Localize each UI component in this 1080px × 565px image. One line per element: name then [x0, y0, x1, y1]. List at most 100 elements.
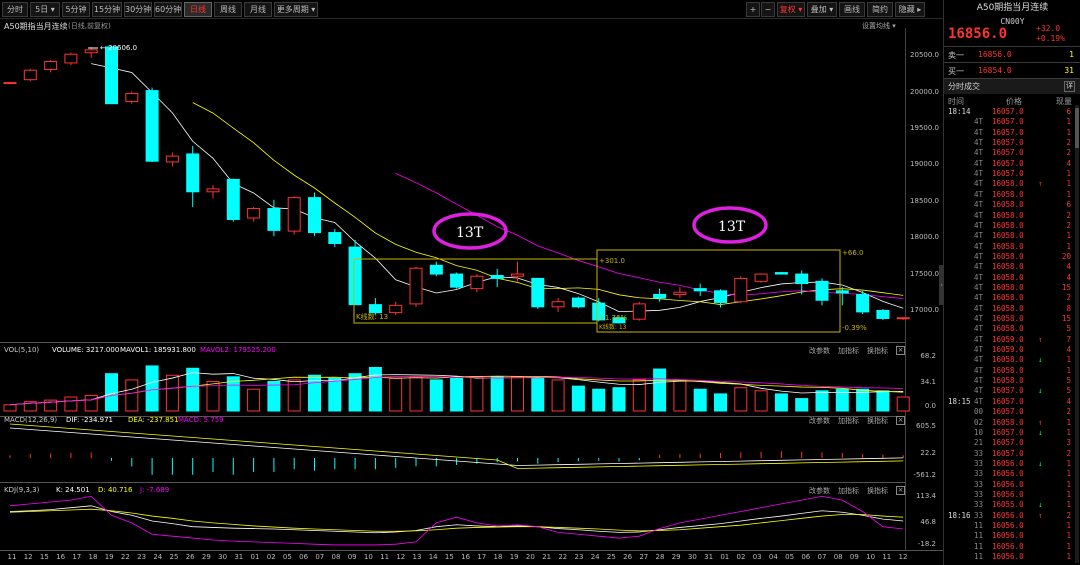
- tick-price: 16058.0: [992, 251, 1024, 261]
- macd-dea-value: DEA: -237.851: [128, 416, 179, 424]
- tick-row: 4T 16058.0 15: [944, 283, 1080, 293]
- tick-price: 16059.0: [992, 334, 1024, 344]
- tick-volume: 5: [1066, 324, 1071, 334]
- tick-second: 4T: [974, 220, 984, 230]
- tick-volume: 1: [1066, 231, 1071, 241]
- tick-price: 16057.0: [992, 407, 1024, 417]
- volume-bar: [592, 388, 606, 412]
- tick-volume: 1: [1066, 169, 1071, 179]
- candle-body: [795, 273, 809, 285]
- tick-price: 16056.0: [992, 458, 1024, 468]
- kdj-j-line: [9, 495, 904, 546]
- tick-price: 16057.0: [992, 117, 1024, 127]
- box1-count-label: K线数: 13: [356, 313, 389, 321]
- tick-volume: 1: [1066, 117, 1071, 127]
- price-axis-label: 17500.0: [910, 270, 939, 278]
- tick-volume: 15: [1061, 314, 1071, 323]
- candle-body: [409, 267, 423, 305]
- vol-switch-indicator-button[interactable]: 换指标: [867, 346, 888, 356]
- tick-second: 4T: [974, 231, 984, 241]
- volume-bar: [693, 388, 707, 412]
- volume-bar: [3, 404, 17, 412]
- tick-second: 11: [974, 531, 984, 541]
- tick-volume: 2: [1066, 510, 1071, 520]
- candle-body: [308, 197, 321, 234]
- trade-detail-button[interactable]: 详: [1064, 81, 1075, 92]
- volume-bar: [490, 376, 504, 412]
- tick-second: 33: [974, 458, 984, 468]
- tick-second: 4T: [974, 314, 984, 323]
- candle-body: [734, 277, 748, 303]
- candle-body: [856, 293, 870, 313]
- tick-price: 16057.0: [992, 169, 1024, 179]
- vol-change-params-button[interactable]: 改参数: [809, 346, 830, 356]
- kdj-change-params-button[interactable]: 改参数: [809, 486, 830, 496]
- kdj-switch-indicator-button[interactable]: 换指标: [867, 486, 888, 496]
- tick-second: 4T: [974, 169, 984, 179]
- tick-volume: 4: [1066, 262, 1071, 272]
- tick-second: 33: [974, 469, 984, 479]
- tick-price: 16058.0: [992, 231, 1024, 241]
- tick-price: 16058.0: [992, 262, 1024, 272]
- tick-volume: 4: [1066, 396, 1071, 406]
- tick-row: 02 16058.0 ↑ 1: [944, 418, 1080, 428]
- tick-row: 33 16055.0 ↓ 1: [944, 500, 1080, 510]
- tick-row: 18:16 33 16056.0 ↑ 2: [944, 511, 1080, 521]
- tick-volume: 8: [1066, 303, 1071, 313]
- volume-bar: [368, 366, 382, 412]
- tick-row: 18:14 16057.0 6: [944, 107, 1080, 117]
- tick-second: 4T: [974, 158, 984, 168]
- volume-bar: [247, 388, 261, 412]
- vol-add-indicator-button[interactable]: 加指标: [838, 346, 859, 356]
- ask-price: 16856.0: [978, 50, 1012, 59]
- tick-volume: 1: [1066, 541, 1071, 551]
- kdj-add-indicator-button[interactable]: 加指标: [838, 486, 859, 496]
- kdj-indicator-name[interactable]: KDJ(9,3,3): [4, 486, 39, 494]
- tick-volume: 2: [1066, 448, 1071, 458]
- tick-price: 16058.0: [992, 200, 1024, 210]
- tick-volume: 1: [1066, 521, 1071, 530]
- tick-price: 16057.0: [992, 396, 1024, 406]
- tick-second: 4T: [974, 179, 984, 189]
- macd-indicator-name[interactable]: MACD(12,26,9): [4, 416, 57, 424]
- tick-volume: 1: [1066, 469, 1071, 479]
- tick-price: 16057.0: [992, 138, 1024, 148]
- tick-row: 4T 16058.0 5: [944, 376, 1080, 386]
- candle-body: [450, 273, 464, 288]
- macd-add-indicator-button[interactable]: 加指标: [838, 416, 859, 426]
- tick-row: 4T 16057.0 1: [944, 128, 1080, 138]
- macd-switch-indicator-button[interactable]: 换指标: [867, 416, 888, 426]
- tick-price: 16056.0: [992, 489, 1024, 499]
- tick-volume: 3: [1066, 438, 1071, 448]
- candle-body: [429, 264, 443, 275]
- kdj-axis-label: 46.8: [920, 518, 936, 526]
- price-axis-label: 18000.0: [910, 233, 939, 241]
- volume-bar: [673, 379, 687, 412]
- tick-volume: 1: [1066, 552, 1071, 562]
- tick-volume: 1: [1066, 365, 1071, 375]
- candle-body: [571, 297, 585, 308]
- tick-second: 4T: [974, 365, 984, 375]
- candle-body: [754, 273, 768, 282]
- tick-row: 4T 16057.0 2: [944, 148, 1080, 158]
- tick-price: 16057.0: [992, 427, 1024, 437]
- vol-indicator-name[interactable]: VOL(5,10): [4, 346, 39, 354]
- tick-second: 4T: [974, 334, 984, 344]
- tick-row: 4T 16058.0 2: [944, 211, 1080, 221]
- macd-change-params-button[interactable]: 改参数: [809, 416, 830, 426]
- candle-body: [206, 188, 220, 193]
- tick-list-scrollbar[interactable]: [1075, 108, 1079, 148]
- candle-body: [267, 208, 281, 231]
- tick-second: 4T: [974, 355, 984, 365]
- tick-volume: 7: [1066, 334, 1071, 344]
- tick-row: 4T 16058.0 ↓ 1: [944, 355, 1080, 365]
- tick-second: 4T: [974, 386, 984, 396]
- tick-direction-icon: ↓: [1038, 427, 1043, 437]
- volume-bar: [511, 376, 524, 412]
- tick-row: 11 16056.0 1: [944, 521, 1080, 531]
- max-price-label: ← 20606.0: [100, 44, 138, 52]
- tick-row: 33 16056.0 1: [944, 469, 1080, 479]
- main-chart-area: [0, 18, 943, 551]
- tick-direction-icon: ↓: [1038, 458, 1043, 468]
- tick-price: 16056.0: [992, 479, 1024, 489]
